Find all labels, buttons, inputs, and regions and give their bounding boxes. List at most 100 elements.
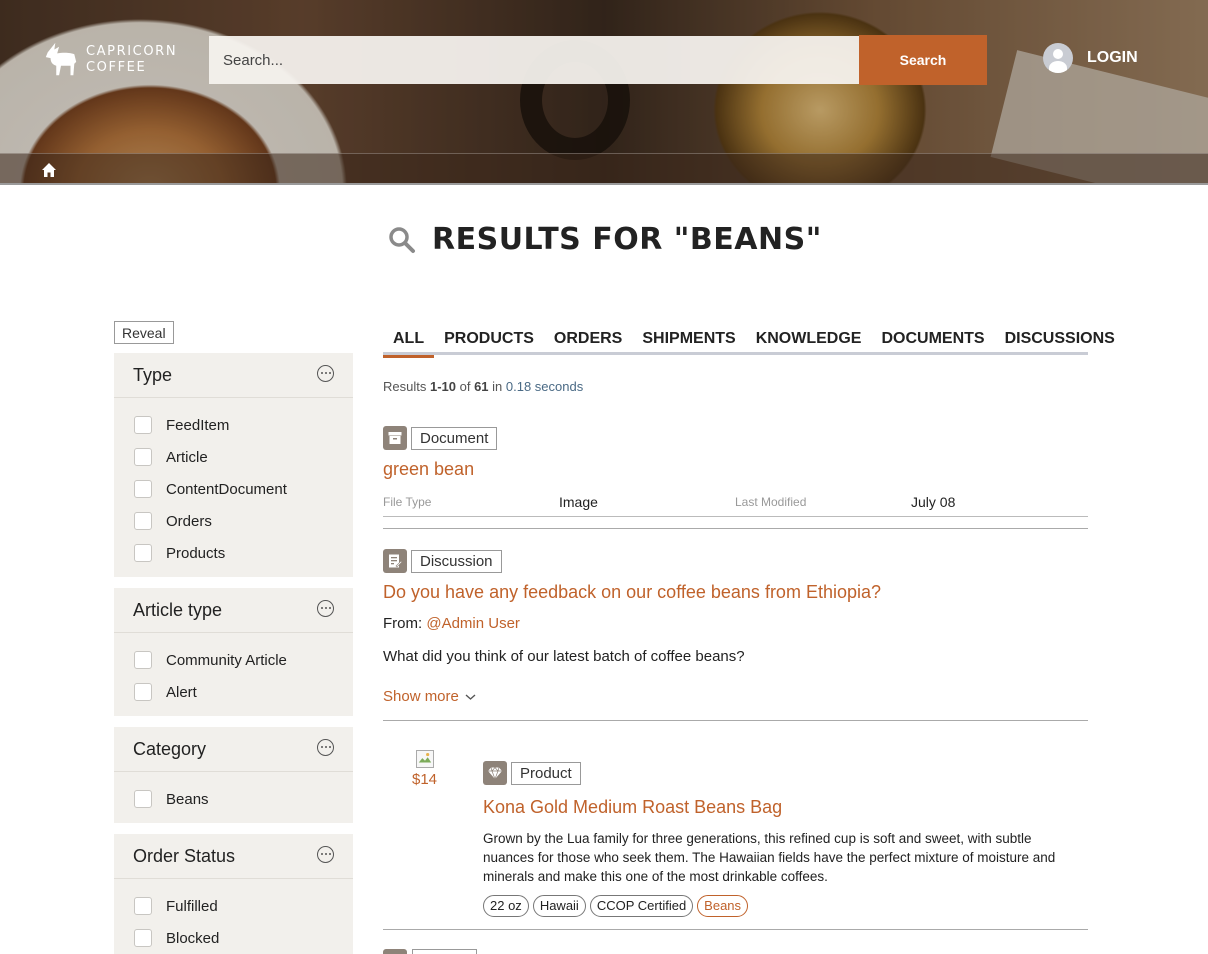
last-modified-label: Last Modified (735, 495, 807, 509)
result-title-link[interactable]: green bean (383, 459, 474, 480)
summary-of: of (456, 379, 475, 394)
checkbox[interactable] (134, 448, 152, 466)
archive-icon (383, 426, 407, 450)
result-tabs: ALL PRODUCTS ORDERS SHIPMENTS KNOWLEDGE … (383, 326, 1115, 358)
checkbox[interactable] (134, 790, 152, 808)
option-label: Alert (166, 683, 197, 701)
from-label: From: (383, 615, 427, 632)
result-discussion-type: Discussion (383, 549, 502, 573)
show-more-label: Show more (383, 688, 459, 705)
facet-title: Category (133, 738, 207, 759)
checkbox[interactable] (134, 651, 152, 669)
facet-option-orders[interactable]: Orders (134, 505, 353, 537)
home-icon[interactable] (41, 162, 57, 178)
facet-header: Article type (114, 588, 353, 633)
option-label: Orders (166, 512, 212, 530)
checkbox[interactable] (134, 897, 152, 915)
show-more-link[interactable]: Show more (383, 688, 476, 705)
tab-discussions[interactable]: DISCUSSIONS (1005, 326, 1115, 355)
tag-origin[interactable]: Hawaii (532, 895, 586, 917)
result-product-type: Product (483, 761, 581, 785)
result-title-link[interactable]: Kona Gold Medium Roast Beans Bag (483, 797, 782, 818)
more-options-icon[interactable] (317, 599, 334, 617)
user-avatar-icon (1043, 43, 1073, 73)
more-options-icon[interactable] (317, 845, 334, 863)
checkbox[interactable] (134, 683, 152, 701)
login-link[interactable]: LOGIN (1043, 43, 1138, 73)
next-result-icon (383, 949, 407, 954)
facet-option-fulfilled[interactable]: Fulfilled (134, 890, 353, 922)
tab-knowledge[interactable]: KNOWLEDGE (756, 326, 862, 355)
checkbox[interactable] (134, 480, 152, 498)
tag-certification[interactable]: CCOP Certified (589, 895, 694, 917)
results-summary: Results 1-10 of 61 in 0.18 seconds (383, 379, 583, 394)
facet-option-beans[interactable]: Beans (134, 783, 353, 815)
breadcrumb (0, 153, 1208, 185)
discussion-icon (383, 549, 407, 573)
option-label: Article (166, 448, 208, 466)
facet-option-community-article[interactable]: Community Article (134, 644, 353, 676)
search-input[interactable] (209, 36, 859, 84)
facet-article-type: Article type Community Article Alert (114, 588, 353, 716)
facet-option-contentdocument[interactable]: ContentDocument (134, 473, 353, 505)
product-price: $14 (412, 771, 438, 788)
result-title-link[interactable]: Do you have any feedback on our coffee b… (383, 582, 881, 603)
author-link[interactable]: @Admin User (426, 615, 520, 632)
result-document-type: Document (383, 426, 498, 450)
type-badge: Product (511, 761, 581, 785)
search-button[interactable]: Search (859, 35, 987, 85)
tab-products[interactable]: PRODUCTS (444, 326, 534, 355)
tag-category[interactable]: Beans (697, 895, 749, 917)
brand-line-2: COFFEE (86, 60, 147, 75)
more-options-icon[interactable] (317, 364, 334, 382)
facet-category: Category Beans (114, 727, 353, 823)
login-label: LOGIN (1087, 49, 1138, 66)
facet-title: Order Status (133, 845, 236, 866)
next-result-badge (412, 949, 477, 954)
brand-line-1: CAPRICORN (86, 44, 178, 59)
checkbox[interactable] (134, 416, 152, 434)
more-options-icon[interactable] (317, 738, 334, 756)
facet-header: Order Status (114, 834, 353, 879)
facet-option-feeditem[interactable]: FeedItem (134, 409, 353, 441)
divider (383, 528, 1088, 529)
file-type-value: Image (559, 494, 598, 510)
facet-order-status: Order Status Fulfilled Blocked (114, 834, 353, 954)
checkbox[interactable] (134, 544, 152, 562)
option-label: Fulfilled (166, 897, 218, 915)
tab-all[interactable]: ALL (383, 326, 435, 358)
reveal-button[interactable]: Reveal (114, 321, 174, 344)
summary-prefix: Results (383, 379, 430, 394)
result-meta-row: File Type Image Last Modified July 08 (383, 494, 1088, 517)
option-label: Beans (166, 790, 209, 808)
summary-time: 0.18 seconds (505, 379, 584, 394)
facet-header: Category (114, 727, 353, 772)
facet-title: Article type (133, 599, 223, 620)
facet-option-blocked[interactable]: Blocked (134, 922, 353, 954)
facet-type: Type FeedItem Article ContentDocument Or… (114, 353, 353, 577)
facet-option-article[interactable]: Article (134, 441, 353, 473)
tab-orders[interactable]: ORDERS (554, 326, 622, 355)
file-type-label: File Type (383, 495, 432, 509)
result-body: What did you think of our latest batch o… (383, 648, 745, 665)
checkbox[interactable] (134, 512, 152, 530)
goat-icon (45, 42, 77, 76)
facet-title: Type (133, 364, 173, 385)
brand-logo[interactable]: CAPRICORN COFFEE (42, 40, 177, 80)
divider (383, 929, 1088, 930)
type-badge: Document (411, 426, 498, 450)
tab-shipments[interactable]: SHIPMENTS (642, 326, 735, 355)
tag-size[interactable]: 22 oz (483, 895, 529, 917)
product-image-icon[interactable] (416, 750, 434, 768)
page-title: RESULTS FOR "BEANS" (388, 222, 822, 257)
checkbox[interactable] (134, 929, 152, 947)
facet-option-alert[interactable]: Alert (134, 676, 353, 708)
summary-total: 61 (474, 379, 489, 394)
tab-documents[interactable]: DOCUMENTS (881, 326, 984, 355)
result-author-line: From: @Admin User (383, 615, 520, 632)
summary-range: 1-10 (429, 379, 456, 394)
option-label: Products (166, 544, 226, 562)
facet-option-products[interactable]: Products (134, 537, 353, 569)
brand-name: CAPRICORN COFFEE (86, 44, 177, 76)
option-label: Community Article (166, 651, 287, 669)
